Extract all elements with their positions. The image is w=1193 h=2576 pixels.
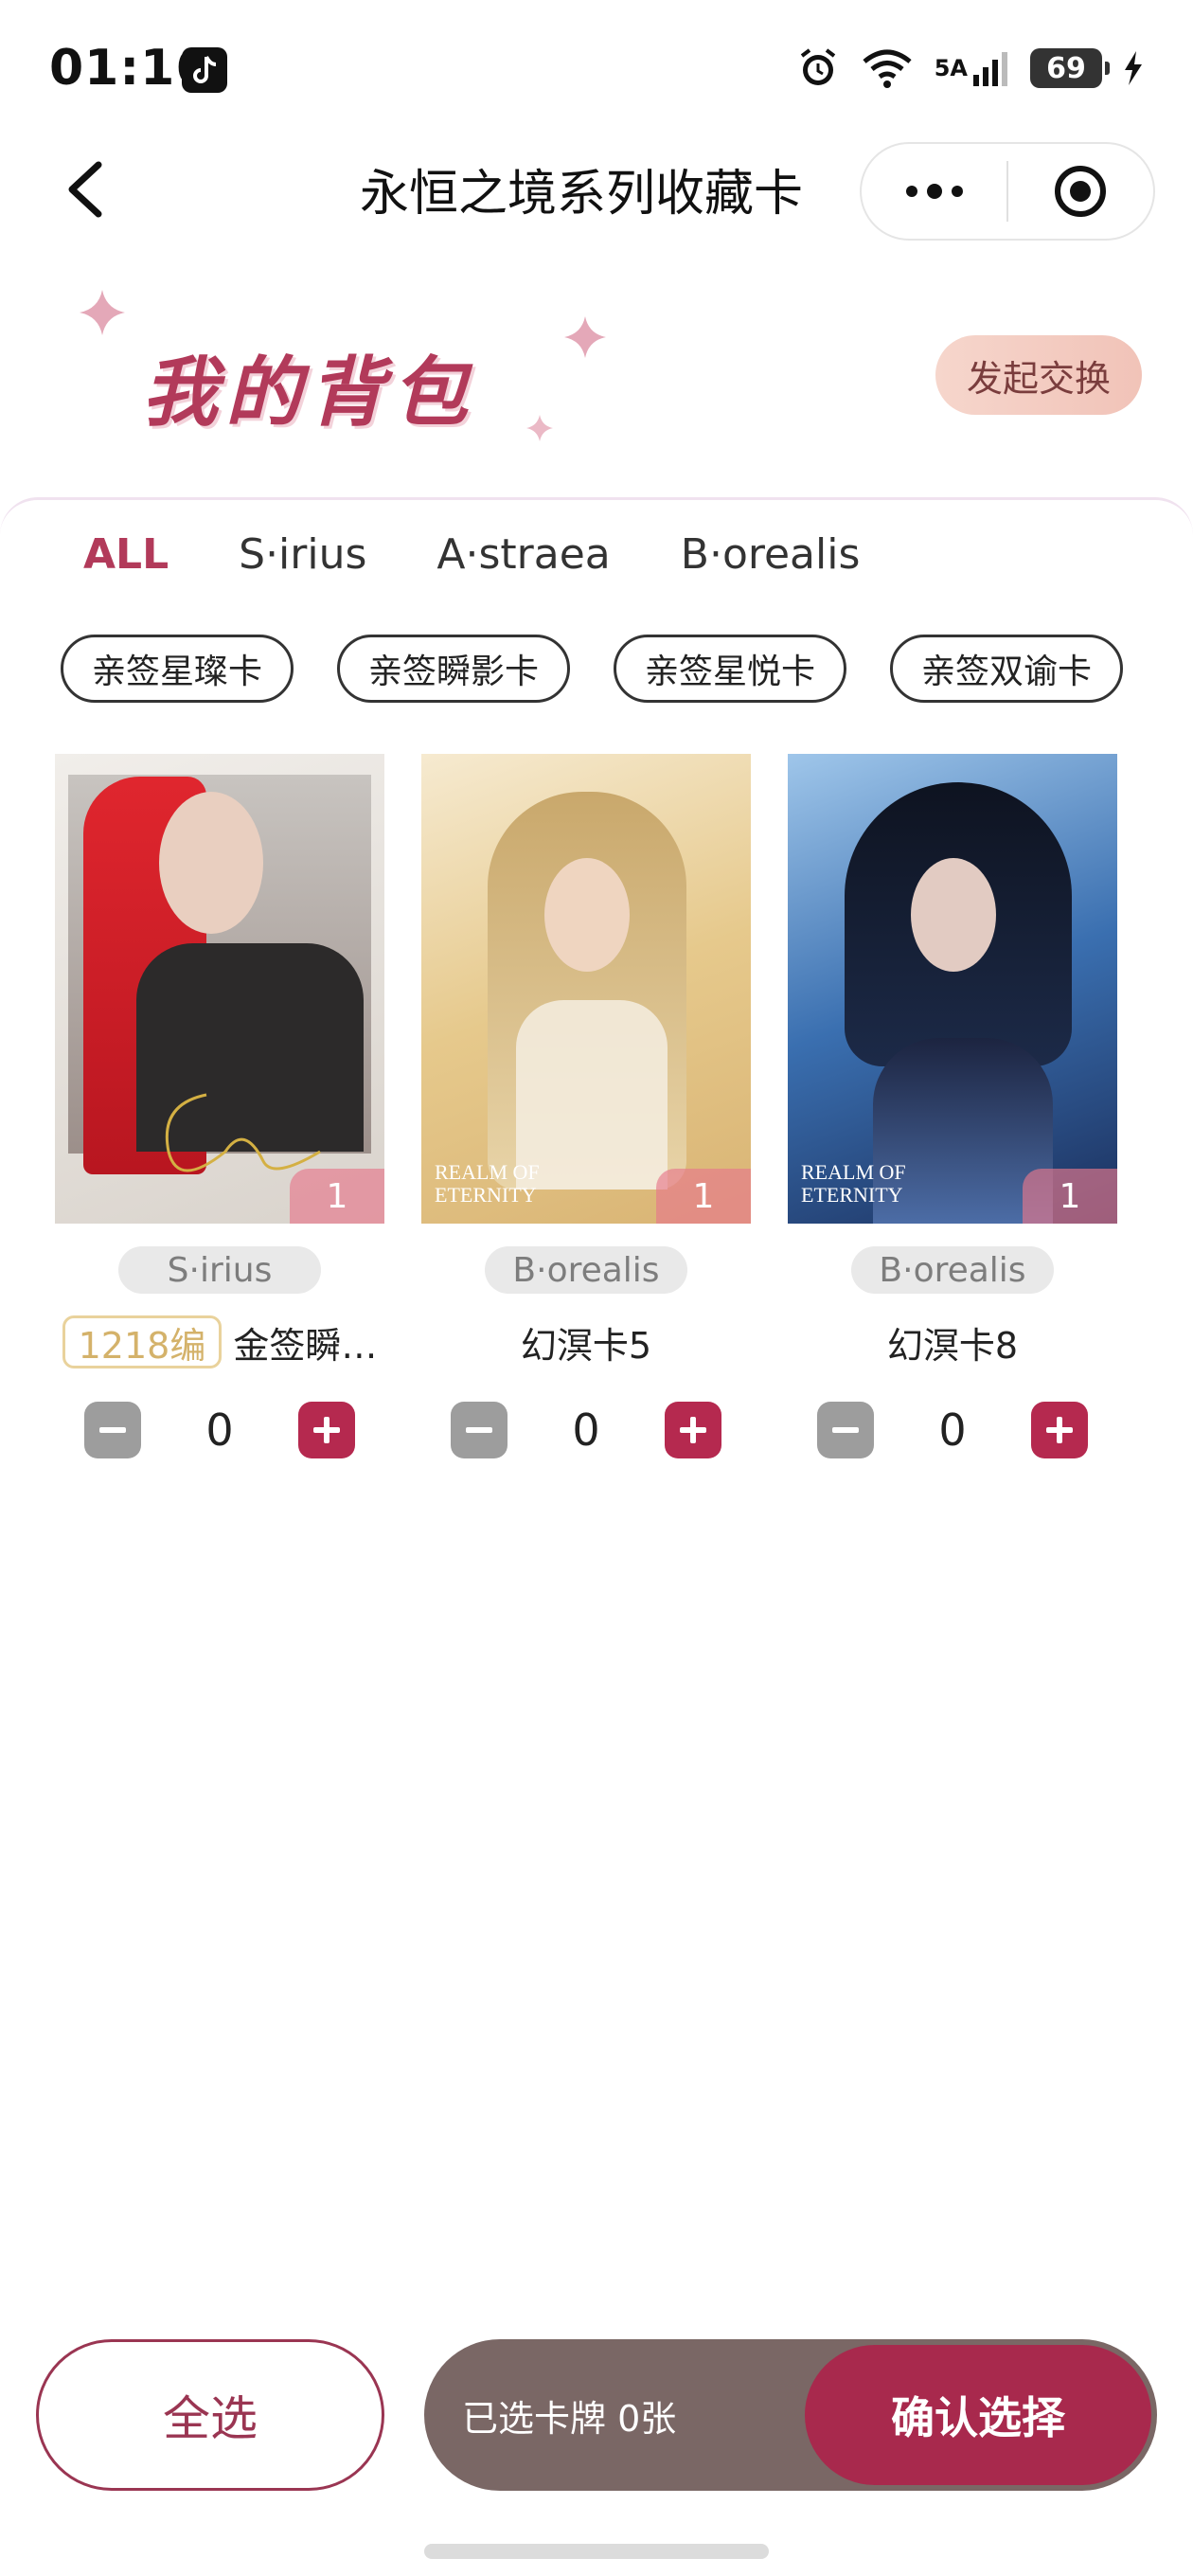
plus-icon [680, 1417, 706, 1443]
quantity-value: 0 [572, 1404, 600, 1456]
serial-number-badge: 1218编 [62, 1315, 223, 1368]
series-tag: B·orealis [485, 1246, 687, 1294]
owned-count-badge: 1 [290, 1169, 384, 1224]
card-name: 金签瞬… [233, 1324, 378, 1367]
plus-icon [313, 1417, 340, 1443]
card-item[interactable]: REALM OF ETERNITY 1 B·orealis 幻溟卡5 0 [421, 754, 751, 1458]
charging-bolt-icon [1123, 45, 1144, 91]
sparkle-icon [564, 316, 606, 358]
decrease-button[interactable] [84, 1402, 141, 1458]
tiktok-notification-icon [182, 47, 227, 93]
quantity-stepper: 0 [817, 1402, 1088, 1458]
battery-indicator: 69 [1030, 48, 1110, 88]
card-image-text: REALM OF ETERNITY [801, 1160, 906, 1207]
miniprogram-capsule [860, 142, 1155, 241]
card-name: 幻溟卡5 [520, 1324, 652, 1367]
tab-sirius[interactable]: S·irius [239, 530, 366, 579]
more-dots-icon [951, 186, 963, 197]
card-item[interactable]: REALM OF ETERNITY 1 B·orealis 幻溟卡8 0 [788, 754, 1117, 1458]
card-name-row: 1218编 金签瞬… [55, 1315, 384, 1369]
quantity-value: 0 [938, 1404, 967, 1456]
minus-icon [466, 1427, 492, 1433]
selected-count-text: 已选卡牌 0张 [462, 2397, 677, 2440]
sparkle-icon [526, 415, 553, 441]
filter-chip[interactable]: 亲签星璨卡 [61, 635, 294, 703]
more-menu-button[interactable] [862, 184, 1006, 199]
card-image-text: REALM OF ETERNITY [435, 1160, 540, 1207]
wifi-icon [861, 45, 914, 91]
target-icon [1055, 166, 1107, 217]
home-indicator[interactable] [424, 2544, 769, 2559]
initiate-trade-button[interactable]: 发起交换 [935, 335, 1142, 415]
quantity-value: 0 [205, 1404, 234, 1456]
select-all-button[interactable]: 全选 [36, 2339, 384, 2491]
close-miniprogram-button[interactable] [1008, 163, 1153, 220]
page-title: 永恒之境系列收藏卡 [360, 166, 804, 223]
filter-chips: 亲签星璨卡 亲签瞬影卡 亲签星悦卡 亲签双谕卡 [61, 635, 1123, 703]
decrease-button[interactable] [817, 1402, 874, 1458]
owned-count-badge: 1 [656, 1169, 751, 1224]
alarm-icon [796, 45, 840, 91]
series-tabs: ALL S·irius A·straea B·orealis [83, 530, 930, 579]
minus-icon [832, 1427, 859, 1433]
network-label: 5A [934, 55, 968, 81]
cellular-signal-icon: 5A [935, 45, 1009, 91]
status-bar: 01:16 5A 69 [0, 0, 1193, 142]
selection-summary-bar: 已选卡牌 0张 确认选择 [424, 2339, 1157, 2491]
tab-borealis[interactable]: B·orealis [681, 530, 861, 579]
filter-chip[interactable]: 亲签双谕卡 [890, 635, 1123, 703]
card-item[interactable]: 1 S·irius 1218编 金签瞬… 0 [55, 754, 384, 1458]
quantity-stepper: 0 [84, 1402, 355, 1458]
backpack-title: 我的背包 [142, 349, 475, 437]
sparkle-icon [80, 290, 125, 335]
minus-icon [99, 1427, 126, 1433]
more-dots-icon [905, 186, 917, 197]
filter-chip[interactable]: 亲签星悦卡 [614, 635, 846, 703]
series-tag: B·orealis [851, 1246, 1054, 1294]
card-name-row: 幻溟卡8 [788, 1315, 1117, 1369]
back-button[interactable] [57, 152, 114, 227]
increase-button[interactable] [665, 1402, 721, 1458]
card-image[interactable]: REALM OF ETERNITY 1 [788, 754, 1117, 1224]
confirm-selection-button[interactable]: 确认选择 [805, 2345, 1151, 2485]
battery-level: 69 [1046, 51, 1086, 85]
tab-all[interactable]: ALL [83, 530, 169, 579]
quantity-stepper: 0 [451, 1402, 721, 1458]
more-dots-icon [926, 184, 942, 199]
owned-count-badge: 1 [1023, 1169, 1117, 1224]
card-name-row: 幻溟卡5 [421, 1315, 751, 1369]
tab-astraea[interactable]: A·straea [436, 530, 610, 579]
card-name: 幻溟卡8 [886, 1324, 1019, 1367]
plus-icon [1046, 1417, 1073, 1443]
increase-button[interactable] [298, 1402, 355, 1458]
card-image[interactable]: 1 [55, 754, 384, 1224]
decrease-button[interactable] [451, 1402, 507, 1458]
filter-chip[interactable]: 亲签瞬影卡 [337, 635, 570, 703]
card-image[interactable]: REALM OF ETERNITY 1 [421, 754, 751, 1224]
increase-button[interactable] [1031, 1402, 1088, 1458]
series-tag: S·irius [118, 1246, 321, 1294]
